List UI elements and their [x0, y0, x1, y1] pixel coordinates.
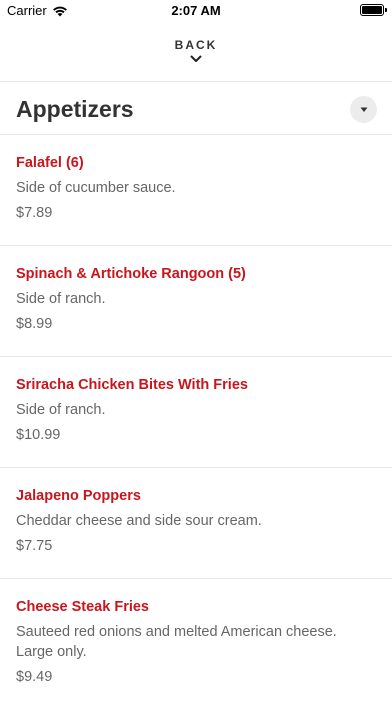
section-dropdown-button[interactable] — [350, 96, 377, 123]
item-description: Sauteed red onions and melted American c… — [16, 624, 337, 660]
menu-item[interactable]: Spinach & Artichoke Rangoon (5) Side of … — [0, 246, 392, 357]
section-title: Appetizers — [16, 96, 134, 122]
battery-level — [362, 6, 382, 14]
item-price: $10.99 — [16, 427, 61, 443]
battery-tip — [385, 8, 387, 12]
item-name: Spinach & Artichoke Rangoon (5) — [16, 266, 246, 282]
item-description: Side of ranch. — [16, 291, 106, 307]
back-label: BACK — [174, 38, 218, 52]
item-description: Side of cucumber sauce. — [16, 180, 176, 196]
item-price: $8.99 — [16, 316, 53, 332]
item-price: $9.49 — [16, 669, 53, 685]
section-header: Appetizers — [0, 82, 392, 135]
chevron-down-icon — [190, 55, 202, 62]
status-time: 2:07 AM — [171, 3, 221, 18]
item-name: Cheese Steak Fries — [16, 599, 149, 615]
menu-item[interactable]: Cheese Steak Fries Sauteed red onions an… — [0, 579, 392, 709]
menu-item[interactable]: Falafel (6) Side of cucumber sauce. $7.8… — [0, 135, 392, 246]
battery-icon — [360, 4, 384, 16]
menu-list: Falafel (6) Side of cucumber sauce. $7.8… — [0, 135, 392, 709]
item-description: Side of ranch. — [16, 402, 106, 418]
item-price: $7.75 — [16, 538, 53, 554]
item-description: Cheddar cheese and side sour cream. — [16, 513, 262, 529]
status-bar: Carrier 2:07 AM — [0, 0, 392, 22]
menu-item[interactable]: Sriracha Chicken Bites With Fries Side o… — [0, 357, 392, 468]
menu-item[interactable]: Jalapeno Poppers Cheddar cheese and side… — [0, 468, 392, 579]
item-name: Falafel (6) — [16, 155, 84, 171]
item-price: $7.89 — [16, 205, 53, 221]
item-name: Sriracha Chicken Bites With Fries — [16, 377, 248, 393]
back-button[interactable]: BACK — [0, 32, 392, 82]
caret-down-icon — [360, 107, 367, 112]
item-name: Jalapeno Poppers — [16, 488, 141, 504]
